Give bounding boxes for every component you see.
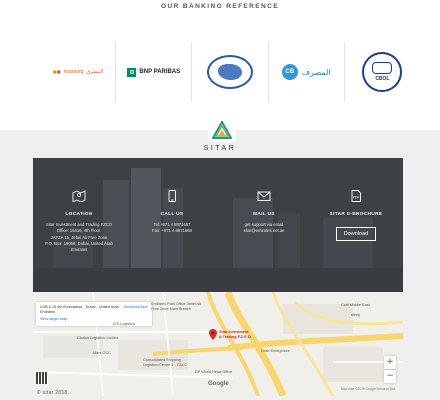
phone-icon xyxy=(168,190,176,202)
cb-logo-arabic: المصرف xyxy=(301,67,331,77)
brochure-heading: SITAR E-BROCHURE xyxy=(329,212,383,217)
view-larger-map-link[interactable]: View larger map xyxy=(40,317,148,321)
location-block: LOCATION Sitar Investment and Trading FZ… xyxy=(39,190,119,253)
address-line: Emirates xyxy=(70,247,88,253)
map-label: DP World Head Office xyxy=(195,370,233,374)
map-zoom-out-button[interactable]: − xyxy=(384,370,396,383)
mail-us-block: MAIL US get support via email sitar@emir… xyxy=(224,190,304,235)
cbq-crest-icon: CBOL xyxy=(362,52,403,92)
call-us-block: CALL US Tel:+971 4 8871667 Fax: +971 4 8… xyxy=(132,190,212,235)
bank-logo-strip: mashreq المشرق BNP PARIBAS CB المصرف CBO… xyxy=(40,42,420,102)
map-label: IVS Logistics xyxy=(113,322,135,326)
call-us-numbers: Tel:+971 4 8871667 Fax: +971 4 8871668 xyxy=(132,222,212,235)
google-logo: Google xyxy=(208,381,229,387)
directions-link[interactable]: Directions xyxy=(124,305,140,309)
download-brochure-button[interactable]: Download xyxy=(335,227,377,241)
map-location-icon xyxy=(72,190,86,202)
map-marker-icon[interactable] xyxy=(209,329,217,340)
bnp-paribas-logo: BNP PARIBAS xyxy=(115,42,191,102)
marker-label: & Trading F.Z.C.O. xyxy=(219,335,252,339)
pdf-file-icon: PDF xyxy=(351,190,361,202)
commercial-bank-logo: CB المصرف xyxy=(267,42,344,102)
svg-text:PDF: PDF xyxy=(353,196,360,200)
map-label: Logistics Centre 1 - CSLC xyxy=(143,363,187,367)
map-label: Grab Enterprises xyxy=(261,349,290,353)
banking-reference-title: OUR BANKING REFERENCE xyxy=(161,3,279,10)
bnp-logo-text: BNP PARIBAS xyxy=(139,69,181,75)
mashreq-logo: mashreq المشرق xyxy=(40,42,115,102)
mashreq-logo-arabic: المشرق xyxy=(86,69,104,75)
footer-copyright: © sitar 2018. xyxy=(37,390,70,396)
call-us-heading: CALL US xyxy=(160,212,184,217)
map-label: Free Zone Main Branch xyxy=(151,307,191,311)
mail-us-heading: MAIL US xyxy=(253,212,275,217)
save-link[interactable]: Save xyxy=(140,305,148,309)
nic-logo xyxy=(191,42,267,102)
nic-emblem-icon xyxy=(207,55,253,89)
map-label: sleep xyxy=(351,313,361,317)
sitar-wordmark: SITAR xyxy=(203,145,237,152)
sitar-logo xyxy=(208,118,236,142)
brochure-block: PDF SITAR E-BROCHURE Download xyxy=(316,190,396,241)
map-label: Consolidated Shipping xyxy=(143,358,181,362)
location-heading: LOCATION xyxy=(65,212,93,217)
map-zoom-in-button[interactable]: + xyxy=(384,356,396,369)
map-label: Emirates Post Office Jebel Ali xyxy=(151,302,201,306)
map-label: Clarion Logistics Limited xyxy=(77,336,119,340)
mail-us-details: get support via email sitar@emirates.net… xyxy=(224,222,304,235)
bnp-star-icon xyxy=(127,67,137,77)
cbq-logo: CBOL xyxy=(343,42,420,102)
mashreq-dots-icon xyxy=(51,69,61,75)
place-address: LOB 6 15 4th floundatout - Dubai - Unite… xyxy=(40,305,119,314)
fax-number: Fax: +971 4 8871668 xyxy=(152,228,192,234)
mashreq-logo-text: mashreq xyxy=(63,69,84,75)
map-label: Cobi Middle East xyxy=(341,303,370,307)
qr-code-icon xyxy=(36,372,48,384)
cb-circle-icon: CB xyxy=(281,64,298,80)
cbq-logo-text: CBOL xyxy=(375,76,390,82)
email-link[interactable]: sitar@emirates.net.ae xyxy=(224,228,304,234)
envelope-icon xyxy=(257,191,271,201)
marker-label: Sitar Investment xyxy=(219,330,249,334)
map-label: Mars GCC xyxy=(93,351,111,355)
map-attribution[interactable]: Map data ©2019 Google Terms of Use xyxy=(341,387,395,391)
address-line: JAFZA 15, Jebel Ali Free Zone xyxy=(50,234,108,240)
sitar-triangle-icon xyxy=(212,121,232,139)
location-address: Sitar Investment and Trading FZCO Office… xyxy=(39,222,119,253)
contact-panel: LOCATION Sitar Investment and Trading FZ… xyxy=(33,158,403,292)
